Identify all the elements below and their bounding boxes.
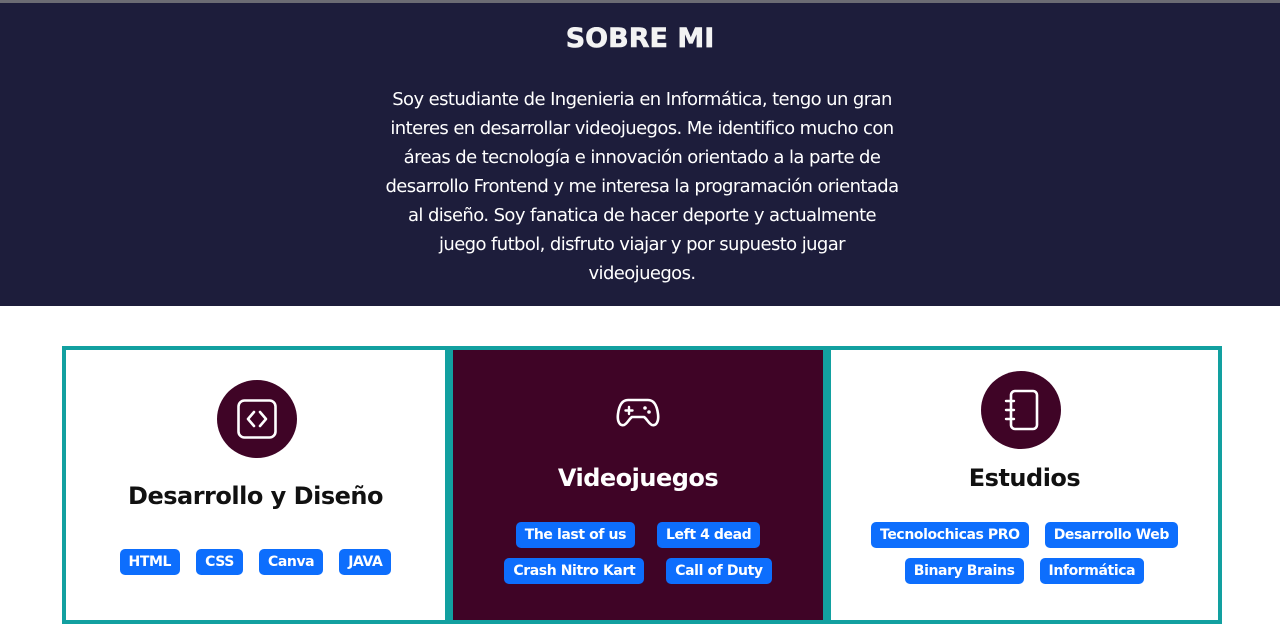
tag-css: CSS	[196, 549, 243, 575]
card-title: Desarrollo y Diseño	[128, 482, 383, 510]
card-title: Videojuegos	[557, 464, 719, 492]
skills-cards: Desarrollo y Diseño HTML CSS Canva JAVA …	[62, 346, 1222, 624]
tag-call-of-duty: Call of Duty	[666, 558, 772, 584]
tag-desarrollo-web: Desarrollo Web	[1044, 522, 1178, 548]
tag-list: Tecnolochicas PRO Desarrollo Web Binary …	[831, 522, 1218, 584]
tag-the-last-of-us: The last of us	[515, 522, 636, 548]
about-text: Soy estudiante de Ingenieria en Informát…	[385, 89, 899, 284]
tag-binary-brains: Binary Brains	[904, 558, 1024, 584]
tag-list: The last of us Left 4 dead Crash Nitro K…	[453, 522, 823, 584]
about-section: SOBRE MI Soy estudiante de Ingenieria en…	[0, 3, 1280, 306]
tag-tecnolochicas-pro: Tecnolochicas PRO	[871, 522, 1029, 548]
card-videogames: Videojuegos The last of us Left 4 dead C…	[445, 350, 831, 620]
tag-crash-nitro-kart: Crash Nitro Kart	[504, 558, 645, 584]
tag-informatica: Informática	[1039, 558, 1145, 584]
tag-canva: Canva	[258, 549, 324, 575]
tag-left-4-dead: Left 4 dead	[657, 522, 761, 548]
tag-html: HTML	[119, 549, 181, 575]
tag-list: HTML CSS Canva JAVA	[66, 549, 445, 575]
gamepad-icon	[613, 392, 663, 432]
card-title: Estudios	[968, 464, 1081, 492]
about-title: SOBRE MI	[565, 23, 715, 55]
card-development-design: Desarrollo y Diseño HTML CSS Canva JAVA	[66, 350, 445, 620]
code-icon	[217, 380, 297, 458]
tag-java: JAVA	[339, 549, 392, 575]
notebook-icon	[981, 371, 1061, 449]
card-studies: Estudios Tecnolochicas PRO Desarrollo We…	[831, 350, 1218, 620]
